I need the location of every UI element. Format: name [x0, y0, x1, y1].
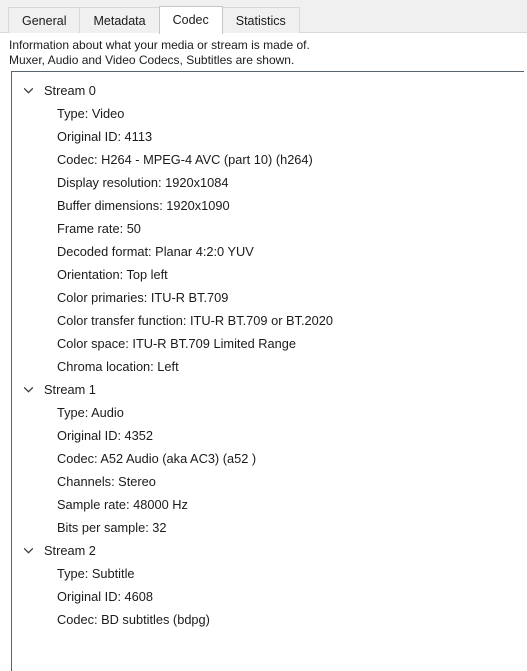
description-line-1: Information about what your media or str…	[9, 38, 310, 52]
stream-property-row[interactable]: Color space: ITU-R BT.709 Limited Range	[12, 332, 524, 355]
stream-property-text: Original ID: 4352	[57, 428, 154, 443]
stream-property-text: Color space: ITU-R BT.709 Limited Range	[57, 336, 296, 351]
stream-property-text: Display resolution: 1920x1084	[57, 175, 229, 190]
stream-property-text: Channels: Stereo	[57, 474, 156, 489]
stream-property-row[interactable]: Original ID: 4113	[12, 125, 524, 148]
stream-property-row[interactable]: Chroma location: Left	[12, 355, 524, 378]
panel-description: Information about what your media or str…	[9, 38, 509, 68]
stream-property-row[interactable]: Codec: BD subtitles (bdpg)	[12, 608, 524, 631]
stream-property-row[interactable]: Original ID: 4352	[12, 424, 524, 447]
stream-property-text: Type: Video	[57, 106, 125, 121]
stream-property-text: Type: Audio	[57, 405, 124, 420]
stream-property-row[interactable]: Codec: H264 - MPEG-4 AVC (part 10) (h264…	[12, 148, 524, 171]
stream-property-row[interactable]: Orientation: Top left	[12, 263, 524, 286]
stream-group: Stream 0 Type: Video Original ID: 4113 Code…	[12, 79, 524, 378]
stream-group: Stream 1 Type: Audio Original ID: 4352 Code…	[12, 378, 524, 539]
stream-property-row[interactable]: Type: Video	[12, 102, 524, 125]
stream-property-text: Frame rate: 50	[57, 221, 141, 236]
stream-property-text: Decoded format: Planar 4:2:0 YUV	[57, 244, 254, 259]
tab-metadata[interactable]: Metadata	[79, 7, 160, 33]
stream-property-row[interactable]: Type: Subtitle	[12, 562, 524, 585]
stream-node-0[interactable]: Stream 0	[12, 79, 524, 102]
codec-stream-tree: Stream 0 Type: Video Original ID: 4113 Code…	[12, 72, 524, 631]
stream-property-row[interactable]: Codec: A52 Audio (aka AC3) (a52 )	[12, 447, 524, 470]
chevron-down-icon[interactable]	[20, 378, 36, 401]
stream-property-row[interactable]: Frame rate: 50	[12, 217, 524, 240]
stream-property-text: Color primaries: ITU-R BT.709	[57, 290, 229, 305]
stream-property-text: Sample rate: 48000 Hz	[57, 497, 188, 512]
stream-property-text: Original ID: 4113	[57, 129, 153, 144]
stream-property-text: Bits per sample: 32	[57, 520, 167, 535]
stream-property-text: Codec: BD subtitles (bdpg)	[57, 612, 210, 627]
stream-property-text: Buffer dimensions: 1920x1090	[57, 198, 230, 213]
stream-property-text: Color transfer function: ITU-R BT.709 or…	[57, 313, 333, 328]
chevron-down-icon[interactable]	[20, 79, 36, 102]
stream-property-row[interactable]: Decoded format: Planar 4:2:0 YUV	[12, 240, 524, 263]
tab-list: General Metadata Codec Statistics	[8, 6, 300, 34]
stream-property-text: Codec: H264 - MPEG-4 AVC (part 10) (h264…	[57, 152, 313, 167]
stream-property-row[interactable]: Type: Audio	[12, 401, 524, 424]
stream-property-text: Chroma location: Left	[57, 359, 179, 374]
stream-property-text: Original ID: 4608	[57, 589, 154, 604]
codec-stream-tree-panel[interactable]: Stream 0 Type: Video Original ID: 4113 Code…	[11, 71, 524, 671]
chevron-down-icon[interactable]	[20, 539, 36, 562]
description-line-2: Muxer, Audio and Video Codecs, Subtitles…	[9, 53, 295, 67]
stream-property-row[interactable]: Bits per sample: 32	[12, 516, 524, 539]
stream-property-row[interactable]: Buffer dimensions: 1920x1090	[12, 194, 524, 217]
stream-property-text: Orientation: Top left	[57, 267, 168, 282]
stream-property-row[interactable]: Color transfer function: ITU-R BT.709 or…	[12, 309, 524, 332]
stream-node-1[interactable]: Stream 1	[12, 378, 524, 401]
stream-property-text: Type: Subtitle	[57, 566, 135, 581]
tab-general[interactable]: General	[8, 7, 81, 33]
stream-property-row[interactable]: Color primaries: ITU-R BT.709	[12, 286, 524, 309]
stream-title: Stream 1	[44, 382, 96, 397]
stream-title: Stream 0	[44, 83, 96, 98]
tab-strip: General Metadata Codec Statistics	[0, 0, 527, 34]
stream-property-text: Codec: A52 Audio (aka AC3) (a52 )	[57, 451, 257, 466]
tab-statistics[interactable]: Statistics	[221, 7, 300, 33]
stream-property-row[interactable]: Display resolution: 1920x1084	[12, 171, 524, 194]
stream-group: Stream 2 Type: Subtitle Original ID: 4608 C…	[12, 539, 524, 631]
tab-codec[interactable]: Codec	[158, 6, 223, 34]
stream-title: Stream 2	[44, 543, 96, 558]
stream-node-2[interactable]: Stream 2	[12, 539, 524, 562]
stream-property-row[interactable]: Channels: Stereo	[12, 470, 524, 493]
stream-property-row[interactable]: Sample rate: 48000 Hz	[12, 493, 524, 516]
stream-property-row[interactable]: Original ID: 4608	[12, 585, 524, 608]
